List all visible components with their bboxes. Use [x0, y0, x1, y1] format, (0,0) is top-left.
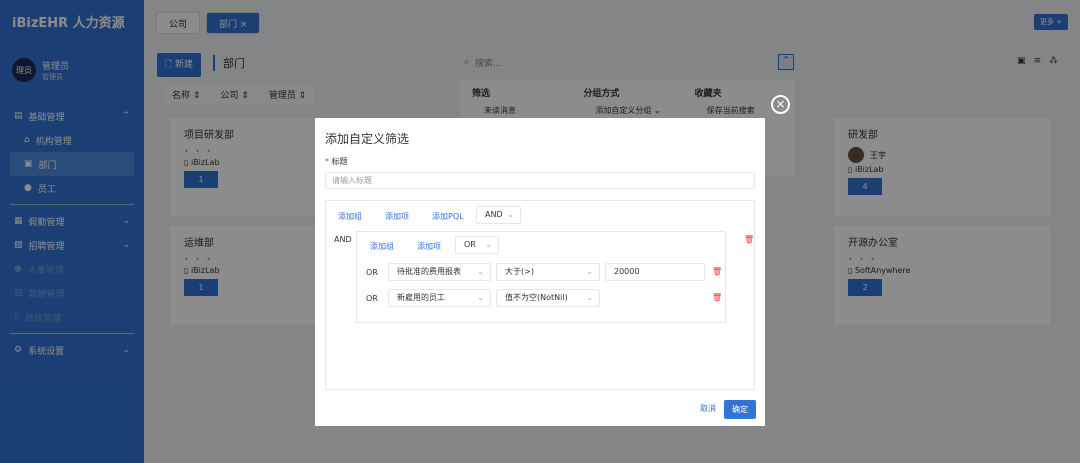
custom-filter-dialog: 添加自定义筛选 * 标题 请输入标题 添加组 添加项 添加PQL AND ⌄ AN…	[315, 118, 765, 426]
operator-select[interactable]: 大于(>) ⌄	[496, 263, 600, 281]
field-select[interactable]: 待批准的费用报表 ⌄	[388, 263, 491, 281]
root-operator-select[interactable]: AND ⌄	[476, 206, 521, 224]
add-group-link[interactable]: 添加组	[338, 211, 362, 222]
condition-join: OR	[366, 268, 378, 277]
add-group-link[interactable]: 添加组	[370, 241, 394, 252]
add-item-link[interactable]: 添加项	[417, 241, 441, 252]
group-operator-select[interactable]: OR ⌄	[455, 236, 499, 254]
confirm-button[interactable]: 确定	[724, 400, 756, 419]
condition-group: 添加组 添加项 OR ⌄ OR 待批准的费用报表 ⌄ 大于(>) ⌄ 20000 🗑 …	[356, 231, 726, 323]
field-select[interactable]: 新雇用的员工 ⌄	[388, 289, 491, 307]
title-label: * 标题	[325, 157, 348, 166]
value-input[interactable]: 20000	[605, 263, 705, 281]
delete-condition-icon[interactable]: 🗑	[712, 293, 722, 302]
filter-builder: 添加组 添加项 添加PQL AND ⌄ AND 🗑 添加组 添加项 OR ⌄ OR …	[325, 200, 755, 390]
title-input[interactable]: 请输入标题	[325, 172, 755, 189]
delete-condition-icon[interactable]: 🗑	[712, 267, 722, 276]
and-label: AND	[334, 235, 352, 244]
close-icon[interactable]: ×	[771, 95, 790, 114]
add-pql-link[interactable]: 添加PQL	[432, 211, 464, 222]
dialog-title: 添加自定义筛选	[325, 132, 410, 146]
delete-group-icon[interactable]: 🗑	[744, 235, 754, 244]
cancel-button[interactable]: 取消	[700, 403, 716, 414]
condition-join: OR	[366, 294, 378, 303]
operator-select[interactable]: 值不为空(NotNil) ⌄	[496, 289, 600, 307]
add-item-link[interactable]: 添加项	[385, 211, 409, 222]
